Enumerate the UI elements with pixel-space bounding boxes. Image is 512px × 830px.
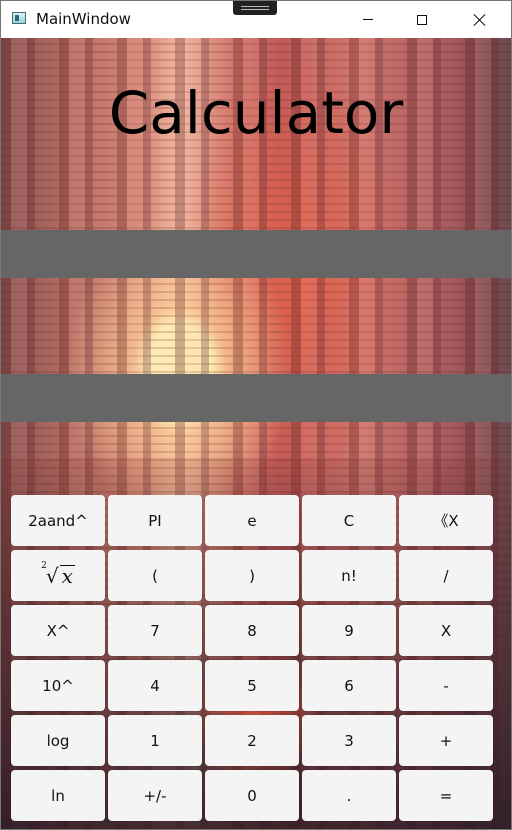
key-e[interactable]: e <box>205 495 299 546</box>
key-pi[interactable]: PI <box>108 495 202 546</box>
key-ten-power[interactable]: 10^ <box>11 660 105 711</box>
calculator-window: MainWindow Calculator 2aand^ PI e C 《X 2… <box>0 0 512 830</box>
maximize-button[interactable] <box>399 1 445 38</box>
minimize-button[interactable] <box>345 1 391 38</box>
key-3[interactable]: 3 <box>302 715 396 766</box>
key-1[interactable]: 1 <box>108 715 202 766</box>
key-0[interactable]: 0 <box>205 770 299 821</box>
key-9[interactable]: 9 <box>302 605 396 656</box>
drag-handle[interactable] <box>233 1 277 15</box>
key-subtract[interactable]: - <box>399 660 493 711</box>
title-bar[interactable]: MainWindow <box>1 1 511 38</box>
calculator-keypad: 2aand^ PI e C 《X 2 √ x ( ) n! / X^ 7 8 9… <box>11 495 497 821</box>
minimize-icon <box>363 19 373 20</box>
calculator-heading: Calculator <box>108 79 404 147</box>
result-display[interactable] <box>1 374 511 422</box>
key-factorial[interactable]: n! <box>302 550 396 601</box>
expression-display[interactable] <box>1 230 511 278</box>
sqrt-index: 2 <box>41 560 47 571</box>
key-2aand-power[interactable]: 2aand^ <box>11 495 105 546</box>
close-icon <box>474 14 486 26</box>
key-log[interactable]: log <box>11 715 105 766</box>
key-5[interactable]: 5 <box>205 660 299 711</box>
key-square-root[interactable]: 2 √ x <box>11 550 105 601</box>
key-natural-log[interactable]: ln <box>11 770 105 821</box>
window-title: MainWindow <box>36 10 131 28</box>
key-power[interactable]: X^ <box>11 605 105 656</box>
key-backspace[interactable]: 《X <box>399 495 493 546</box>
sqrt-radicand: x <box>59 564 75 588</box>
key-8[interactable]: 8 <box>205 605 299 656</box>
key-negate[interactable]: +/- <box>108 770 202 821</box>
maximize-icon <box>417 14 427 25</box>
key-2[interactable]: 2 <box>205 715 299 766</box>
key-multiply[interactable]: X <box>399 605 493 656</box>
key-divide[interactable]: / <box>399 550 493 601</box>
key-open-paren[interactable]: ( <box>108 550 202 601</box>
key-equals[interactable]: = <box>399 770 493 821</box>
key-6[interactable]: 6 <box>302 660 396 711</box>
key-add[interactable]: + <box>399 715 493 766</box>
key-decimal[interactable]: . <box>302 770 396 821</box>
key-close-paren[interactable]: ) <box>205 550 299 601</box>
calculator-client-area: Calculator 2aand^ PI e C 《X 2 √ x ( ) n!… <box>1 38 511 829</box>
key-clear[interactable]: C <box>302 495 396 546</box>
close-button[interactable] <box>457 1 503 38</box>
sqrt-radical-icon: √ <box>45 563 59 588</box>
key-7[interactable]: 7 <box>108 605 202 656</box>
key-4[interactable]: 4 <box>108 660 202 711</box>
window-app-icon <box>12 12 26 24</box>
